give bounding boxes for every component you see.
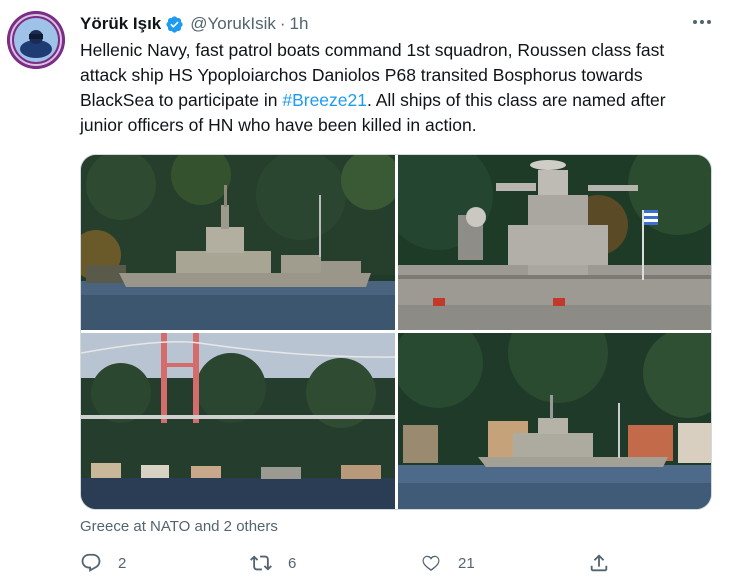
tweet-text: Hellenic Navy, fast patrol boats command… <box>80 38 720 138</box>
share-icon <box>590 554 608 572</box>
header-separator: · <box>279 14 286 33</box>
share-button[interactable] <box>588 548 626 578</box>
tweet-text-line: Hellenic Navy, fast patrol boats command… <box>80 40 665 60</box>
tweet-text-fragment: BlackSea to participate in <box>80 90 283 110</box>
reply-button[interactable]: 2 <box>80 548 126 578</box>
tweet-text-fragment: . All ships of this class are named afte… <box>367 90 666 110</box>
more-horizontal-icon[interactable] <box>689 12 715 32</box>
heart-icon <box>422 555 440 571</box>
reply-count: 2 <box>118 554 127 572</box>
photo-3[interactable] <box>81 333 395 509</box>
retweet-button[interactable]: 6 <box>250 548 296 578</box>
tweet-actions: 2 6 21 <box>80 548 620 578</box>
author-handle[interactable]: @YorukIsik <box>190 14 276 34</box>
verified-badge-icon <box>166 15 183 33</box>
tweet-text-line: attack ship HS Ypoploiarchos Daniolos P6… <box>80 65 643 85</box>
author-name[interactable]: Yörük Işık <box>80 14 161 34</box>
tweet-text-line: BlackSea to participate in #Breeze21. Al… <box>80 88 720 113</box>
retweet-count: 6 <box>288 554 297 572</box>
reply-icon <box>81 553 101 572</box>
retweet-icon <box>250 555 272 571</box>
tweet-header: Yörük Işık @YorukIsik · 1h <box>80 13 308 35</box>
author-avatar[interactable] <box>7 11 65 69</box>
media-grid <box>80 154 712 510</box>
tagged-users-link[interactable]: Greece at NATO and 2 others <box>80 518 278 535</box>
hashtag-link[interactable]: #Breeze21 <box>282 90 367 110</box>
like-button[interactable]: 21 <box>420 548 475 578</box>
photo-4[interactable] <box>398 333 711 509</box>
photo-2[interactable] <box>398 155 711 330</box>
tweet-time[interactable]: 1h <box>290 14 309 34</box>
photo-1[interactable] <box>81 155 395 330</box>
like-count: 21 <box>458 554 475 572</box>
tweet-text-line: junior officers of HN who have been kill… <box>80 115 477 135</box>
